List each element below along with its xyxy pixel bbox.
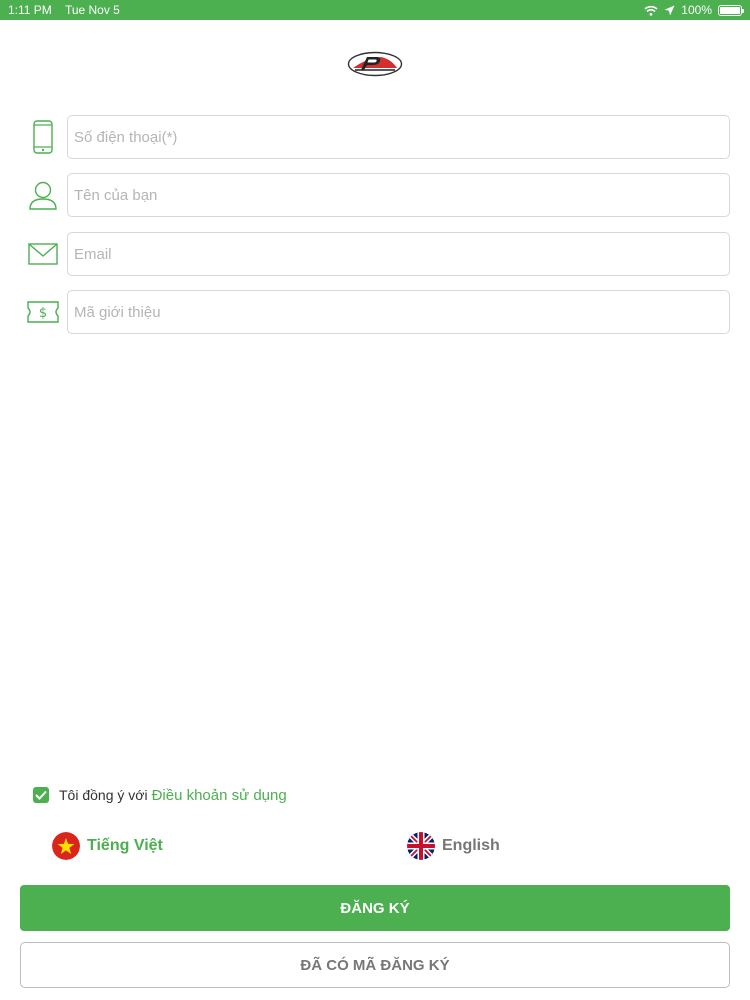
svg-text:$: $: [39, 306, 47, 321]
phone-icon: [26, 120, 60, 154]
have-code-button[interactable]: ĐÃ CÓ MÃ ĐĂNG KÝ: [20, 942, 730, 988]
mail-icon: [26, 237, 60, 271]
check-icon: [35, 790, 47, 800]
status-date: Tue Nov 5: [64, 3, 120, 17]
terms-checkbox[interactable]: [33, 787, 49, 803]
language-english-label: English: [442, 837, 500, 854]
app-logo: [347, 51, 403, 77]
terms-text: Tôi đồng ý với: [59, 787, 148, 803]
language-english[interactable]: English: [407, 832, 500, 860]
location-icon: [664, 5, 675, 15]
status-right: 100%: [644, 3, 744, 17]
battery-fill: [720, 6, 740, 14]
register-button[interactable]: ĐĂNG KÝ: [20, 885, 730, 931]
name-input[interactable]: [67, 173, 730, 217]
email-input[interactable]: [67, 232, 730, 276]
status-left: 1:11 PM Tue Nov 5: [8, 3, 130, 17]
status-time: 1:11 PM: [8, 3, 52, 17]
email-row: [26, 232, 730, 276]
name-row: [26, 173, 730, 217]
language-vietnamese-label: Tiếng Việt: [87, 837, 163, 854]
language-vietnamese[interactable]: Tiếng Việt: [52, 832, 163, 860]
battery-icon: [718, 4, 744, 16]
terms-link[interactable]: Điều khoản sử dụng: [152, 787, 287, 804]
phone-row: [26, 115, 730, 159]
phone-input[interactable]: [67, 115, 730, 159]
battery-percent: 100%: [681, 3, 712, 17]
uk-flag-icon: [407, 832, 435, 860]
wifi-icon: [644, 5, 658, 16]
status-bar: 1:11 PM Tue Nov 5 100%: [0, 0, 750, 20]
referral-row: $: [26, 290, 730, 334]
referral-input[interactable]: [67, 290, 730, 334]
vietnam-flag-icon: [52, 832, 80, 860]
user-icon: [26, 178, 60, 212]
terms-row: Tôi đồng ý với Điều khoản sử dụng: [33, 786, 287, 804]
ticket-icon: $: [26, 295, 60, 329]
